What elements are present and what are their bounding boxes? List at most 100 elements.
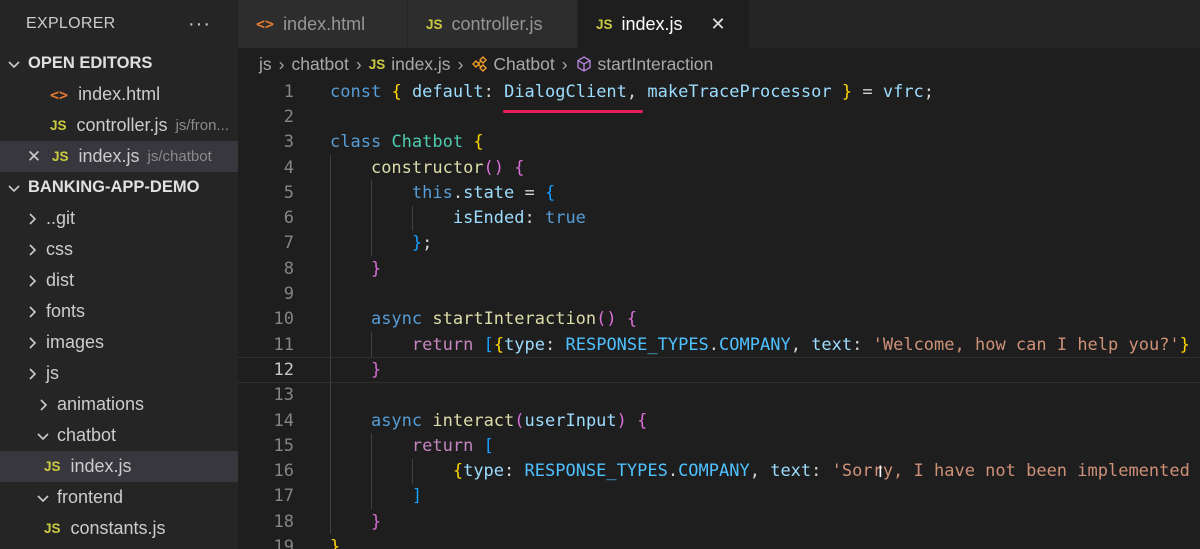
- code-token: makeTraceProcessor: [647, 81, 832, 102]
- code-text: ]: [330, 486, 422, 506]
- code-token: async: [370, 309, 423, 330]
- code-token: .: [708, 334, 720, 355]
- breadcrumb-item[interactable]: chatbot: [291, 54, 348, 75]
- code-token: }: [1179, 334, 1190, 355]
- open-editors-label: OPEN EDITORS: [28, 54, 153, 72]
- tree-folder[interactable]: chatbot: [0, 420, 238, 451]
- line-number: 12: [273, 359, 294, 380]
- breadcrumb-item[interactable]: Chatbot: [493, 54, 554, 75]
- close-icon[interactable]: ✕: [711, 14, 726, 35]
- tree-folder[interactable]: fonts: [0, 296, 238, 327]
- tree-folder[interactable]: dist: [0, 265, 238, 296]
- code-line[interactable]: 4 constructor() {: [238, 155, 1200, 180]
- code-line[interactable]: 14 async interact(userInput) {: [238, 408, 1200, 433]
- explorer-header: EXPLORER ···: [0, 0, 238, 48]
- open-editor-name: index.js: [78, 146, 140, 166]
- code-text: return [: [330, 436, 494, 456]
- code-token: RESPONSE_TYPES: [565, 334, 709, 355]
- breadcrumb-item[interactable]: index.js: [391, 54, 450, 75]
- folder-name: js: [46, 363, 59, 383]
- tab-index-html[interactable]: <> index.html: [238, 0, 408, 48]
- explorer-title: EXPLORER: [26, 15, 116, 32]
- code-token: 'Welcome, how can I help you?': [872, 334, 1180, 355]
- open-editor-item[interactable]: JS controller.js js/fron...: [0, 110, 238, 141]
- code-line[interactable]: 2: [238, 104, 1200, 129]
- tab-index-js[interactable]: JS index.js ✕: [578, 0, 750, 48]
- code-text: return [{type: RESPONSE_TYPES.COMPANY, t…: [330, 335, 1190, 355]
- folder-name: fonts: [46, 301, 86, 321]
- code-line[interactable]: 5 this.state = {: [238, 180, 1200, 205]
- code-token: text: [811, 334, 853, 355]
- tree-folder[interactable]: frontend: [0, 482, 238, 513]
- line-number: 1: [283, 81, 294, 102]
- breadcrumb-item[interactable]: js: [259, 54, 272, 75]
- tree-file-active[interactable]: JS index.js: [0, 451, 238, 482]
- code-line[interactable]: 9: [238, 281, 1200, 306]
- tab-controller-js[interactable]: JS controller.js: [408, 0, 578, 48]
- open-editor-item[interactable]: <> index.html: [0, 79, 238, 110]
- code-token: COMPANY: [678, 461, 750, 482]
- line-number: 15: [273, 435, 294, 456]
- code-token: 'Sorry, I have not been implemented: [831, 461, 1190, 482]
- more-actions-icon[interactable]: ···: [188, 13, 211, 36]
- code-line[interactable]: 10 async startInteraction() {: [238, 307, 1200, 332]
- project-name: BANKING-APP-DEMO: [28, 178, 200, 196]
- js-file-icon: JS: [52, 149, 69, 164]
- code-line[interactable]: 13: [238, 383, 1200, 408]
- chevron-right-icon: [24, 242, 40, 258]
- tree-folder[interactable]: images: [0, 327, 238, 358]
- code-editor[interactable]: 1 const { default: DialogClient, makeTrac…: [238, 80, 1200, 549]
- code-text: }: [330, 259, 381, 279]
- code-token: ]: [411, 486, 423, 507]
- chevron-right-icon: ›: [457, 53, 464, 74]
- code-token: this: [411, 182, 453, 203]
- close-icon[interactable]: ✕: [26, 147, 42, 167]
- code-line[interactable]: 7 };: [238, 231, 1200, 256]
- code-line[interactable]: 1 const { default: DialogClient, makeTrac…: [238, 80, 1200, 104]
- code-line[interactable]: 6 isEnded: true: [238, 206, 1200, 231]
- code-line[interactable]: 12 }: [238, 357, 1200, 383]
- folder-name: css: [46, 239, 73, 259]
- code-text: }: [330, 360, 381, 380]
- line-number: 16: [273, 461, 294, 482]
- project-section-header[interactable]: BANKING-APP-DEMO: [0, 172, 238, 203]
- open-editor-path: js/fron...: [175, 117, 229, 134]
- open-editors-section-header[interactable]: OPEN EDITORS: [0, 48, 238, 79]
- code-token: default: [411, 81, 484, 102]
- tree-file[interactable]: JS constants.js: [0, 513, 238, 544]
- breadcrumb-item[interactable]: startInteraction: [598, 54, 714, 75]
- code-line[interactable]: 19}: [238, 534, 1200, 549]
- tree-folder[interactable]: animations: [0, 389, 238, 420]
- line-number: 2: [283, 106, 294, 127]
- tree-folder[interactable]: css: [0, 234, 238, 265]
- line-number: 9: [283, 284, 294, 305]
- line-number: 13: [273, 385, 294, 406]
- explorer-sidebar: EXPLORER ··· OPEN EDITORS <> index.html …: [0, 0, 238, 549]
- code-line[interactable]: 16 {type: RESPONSE_TYPES.COMPANY, text: …: [238, 459, 1200, 484]
- js-file-icon: JS: [44, 521, 61, 536]
- code-token: .: [452, 182, 464, 203]
- code-line[interactable]: 11 return [{type: RESPONSE_TYPES.COMPANY…: [238, 332, 1200, 357]
- code-token: vfrc: [882, 81, 924, 102]
- code-line[interactable]: 8 }: [238, 256, 1200, 281]
- code-line[interactable]: 15 return [: [238, 433, 1200, 458]
- tree-folder[interactable]: ..git: [0, 203, 238, 234]
- line-number: 10: [273, 309, 294, 330]
- folder-name: dist: [46, 270, 75, 290]
- code-line[interactable]: 3 class Chatbot {: [238, 130, 1200, 155]
- code-line[interactable]: 18 }: [238, 509, 1200, 534]
- code-token: (: [514, 410, 525, 431]
- code-token: state: [463, 182, 515, 203]
- code-token: ;: [923, 81, 935, 102]
- open-editor-item-active[interactable]: ✕ JS index.js js/chatbot: [0, 141, 238, 172]
- tree-folder[interactable]: js: [0, 358, 238, 389]
- code-line[interactable]: 17 ]: [238, 484, 1200, 509]
